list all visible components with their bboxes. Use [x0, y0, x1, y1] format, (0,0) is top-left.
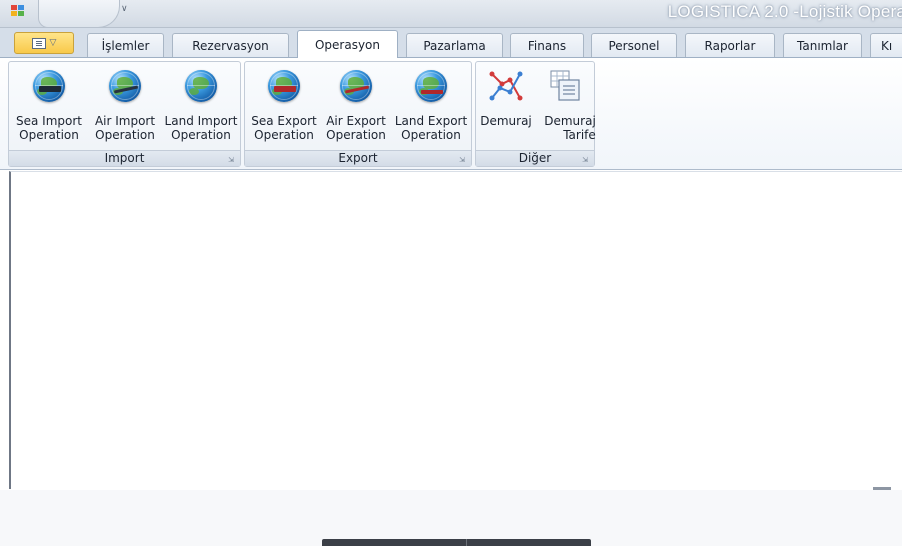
taskbar-preview[interactable]	[322, 539, 591, 546]
globe-icon	[183, 68, 219, 104]
tab-islemler[interactable]: İşlemler	[87, 33, 164, 57]
tab-personel[interactable]: Personel	[591, 33, 677, 57]
menu-list-icon	[31, 37, 46, 49]
ribbon-group-export: Sea Export Operation Air Export Operatio…	[244, 61, 472, 167]
tab-operasyon[interactable]: Operasyon	[297, 30, 398, 58]
land-export-operation-button[interactable]: Land Export Operation	[391, 66, 471, 148]
mdi-workspace[interactable]	[9, 171, 902, 489]
ship-globe-icon	[266, 68, 302, 104]
air-import-operation-button[interactable]: Air Import Operation	[89, 66, 161, 148]
ribbon-tab-row: ▽ İşlemler Rezervasyon Operasyon Pazarla…	[0, 28, 902, 58]
window-title: LOGISTICA 2.0 -Lojistik Opera	[667, 2, 902, 21]
line-chart-icon	[488, 68, 524, 104]
table-icon	[547, 68, 583, 104]
ribbon-panel: Sea Import Operation Air Import Operatio…	[0, 57, 902, 170]
tab-pazarlama[interactable]: Pazarlama	[406, 33, 503, 57]
group-label-diger: Diğer ⇲	[476, 150, 594, 166]
divider	[466, 539, 467, 546]
quick-access-dropdown-icon[interactable]: ∨	[121, 4, 128, 14]
tab-overflow[interactable]: Kı	[870, 33, 902, 57]
dialog-launcher-icon[interactable]: ⇲	[458, 156, 466, 164]
demuraj-button[interactable]: Demuraj	[478, 66, 534, 148]
ribbon-group-diger: Demuraj Demuraj Tarife Diğer ⇲	[475, 61, 596, 167]
ribbon-group-import: Sea Import Operation Air Import Operatio…	[8, 61, 241, 167]
plane-globe-icon	[338, 68, 374, 104]
group-label-export: Export ⇲	[245, 150, 471, 166]
tab-finans[interactable]: Finans	[510, 33, 584, 57]
group-label-import: Import ⇲	[9, 150, 240, 166]
bottom-area	[0, 490, 902, 546]
app-logo-icon[interactable]	[6, 2, 30, 20]
title-bar: ∨ LOGISTICA 2.0 -Lojistik Opera	[0, 0, 902, 28]
sea-import-operation-button[interactable]: Sea Import Operation	[11, 66, 87, 148]
demuraj-tarife-button[interactable]: Demuraj Tarife	[536, 66, 596, 148]
tab-rezervasyon[interactable]: Rezervasyon	[172, 33, 289, 57]
plane-globe-icon	[107, 68, 143, 104]
air-export-operation-button[interactable]: Air Export Operation	[321, 66, 391, 148]
chevron-down-icon: ▽	[49, 38, 57, 48]
sea-export-operation-button[interactable]: Sea Export Operation	[247, 66, 321, 148]
ship-globe-icon	[31, 68, 67, 104]
land-import-operation-button[interactable]: Land Import Operation	[161, 66, 241, 148]
tab-tanimlar[interactable]: Tanımlar	[783, 33, 862, 57]
application-menu-button[interactable]: ▽	[14, 32, 74, 54]
quick-access-toolbar: ∨	[38, 0, 128, 27]
tab-raporlar[interactable]: Raporlar	[685, 33, 775, 57]
truck-globe-icon	[413, 68, 449, 104]
dialog-launcher-icon[interactable]: ⇲	[581, 156, 589, 164]
dialog-launcher-icon[interactable]: ⇲	[227, 156, 235, 164]
